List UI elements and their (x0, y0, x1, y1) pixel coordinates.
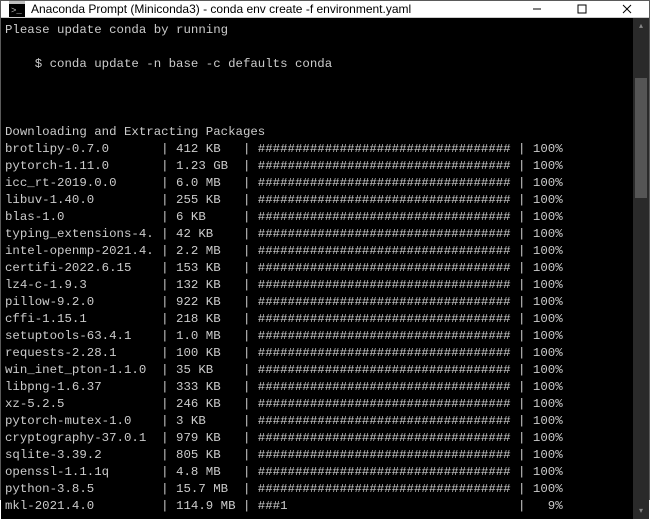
terminal-output[interactable]: Please update conda by running $ conda u… (1, 18, 633, 519)
terminal-message-line (5, 90, 633, 107)
package-row: win_inet_pton-1.1.0 | 35 KB | ##########… (5, 362, 633, 379)
window-controls (514, 1, 649, 17)
package-row: openssl-1.1.1q | 4.8 MB | ##############… (5, 464, 633, 481)
scrollbar[interactable]: ▴ ▾ (633, 18, 649, 519)
terminal-message-line: Downloading and Extracting Packages (5, 124, 633, 141)
package-row: requests-2.28.1 | 100 KB | #############… (5, 345, 633, 362)
package-row: icc_rt-2019.0.0 | 6.0 MB | #############… (5, 175, 633, 192)
package-row: python-3.8.5 | 15.7 MB | ###############… (5, 481, 633, 498)
terminal-message-line: Please update conda by running (5, 22, 633, 39)
minimize-icon (532, 4, 542, 14)
svg-text:>_: >_ (11, 6, 22, 16)
terminal-area: Please update conda by running $ conda u… (1, 18, 649, 519)
package-row: setuptools-63.4.1 | 1.0 MB | ###########… (5, 328, 633, 345)
package-row: sqlite-3.39.2 | 805 KB | ###############… (5, 447, 633, 464)
scroll-up-arrow-icon[interactable]: ▴ (633, 18, 649, 34)
package-row: certifi-2022.6.15 | 153 KB | ###########… (5, 260, 633, 277)
maximize-icon (577, 4, 587, 14)
terminal-message-line (5, 73, 633, 90)
close-button[interactable] (604, 1, 649, 17)
terminal-icon: >_ (9, 1, 25, 17)
package-row: typing_extensions-4. | 42 KB | #########… (5, 226, 633, 243)
package-row: mkl-2021.4.0 | 114.9 MB | ###1 | 9% (5, 498, 633, 515)
package-row: pytorch-1.11.0 | 1.23 GB | #############… (5, 158, 633, 175)
terminal-message-line (5, 39, 633, 56)
titlebar[interactable]: >_ Anaconda Prompt (Miniconda3) - conda … (1, 1, 649, 18)
window-frame: >_ Anaconda Prompt (Miniconda3) - conda … (0, 0, 650, 500)
window-title: Anaconda Prompt (Miniconda3) - conda env… (31, 2, 514, 16)
package-row: brotlipy-0.7.0 | 412 KB | ##############… (5, 141, 633, 158)
package-row: libpng-1.6.37 | 333 KB | ###############… (5, 379, 633, 396)
package-row: pytorch-mutex-1.0 | 3 KB | #############… (5, 413, 633, 430)
package-row: lz4-c-1.9.3 | 132 KB | #################… (5, 277, 633, 294)
package-row: libuv-1.40.0 | 255 KB | ################… (5, 192, 633, 209)
scroll-down-arrow-icon[interactable]: ▾ (633, 503, 649, 519)
close-icon (622, 4, 632, 14)
package-row: cffi-1.15.1 | 218 KB | #################… (5, 311, 633, 328)
package-row: xz-5.2.5 | 246 KB | ####################… (5, 396, 633, 413)
terminal-message-line (5, 107, 633, 124)
scroll-thumb[interactable] (635, 78, 647, 198)
package-row: blas-1.0 | 6 KB | ######################… (5, 209, 633, 226)
package-row: cryptography-37.0.1 | 979 KB | #########… (5, 430, 633, 447)
package-row: pillow-9.2.0 | 922 KB | ################… (5, 294, 633, 311)
minimize-button[interactable] (514, 1, 559, 17)
terminal-message-line: $ conda update -n base -c defaults conda (5, 56, 633, 73)
package-row: intel-openmp-2021.4. | 2.2 MB | ########… (5, 243, 633, 260)
maximize-button[interactable] (559, 1, 604, 17)
